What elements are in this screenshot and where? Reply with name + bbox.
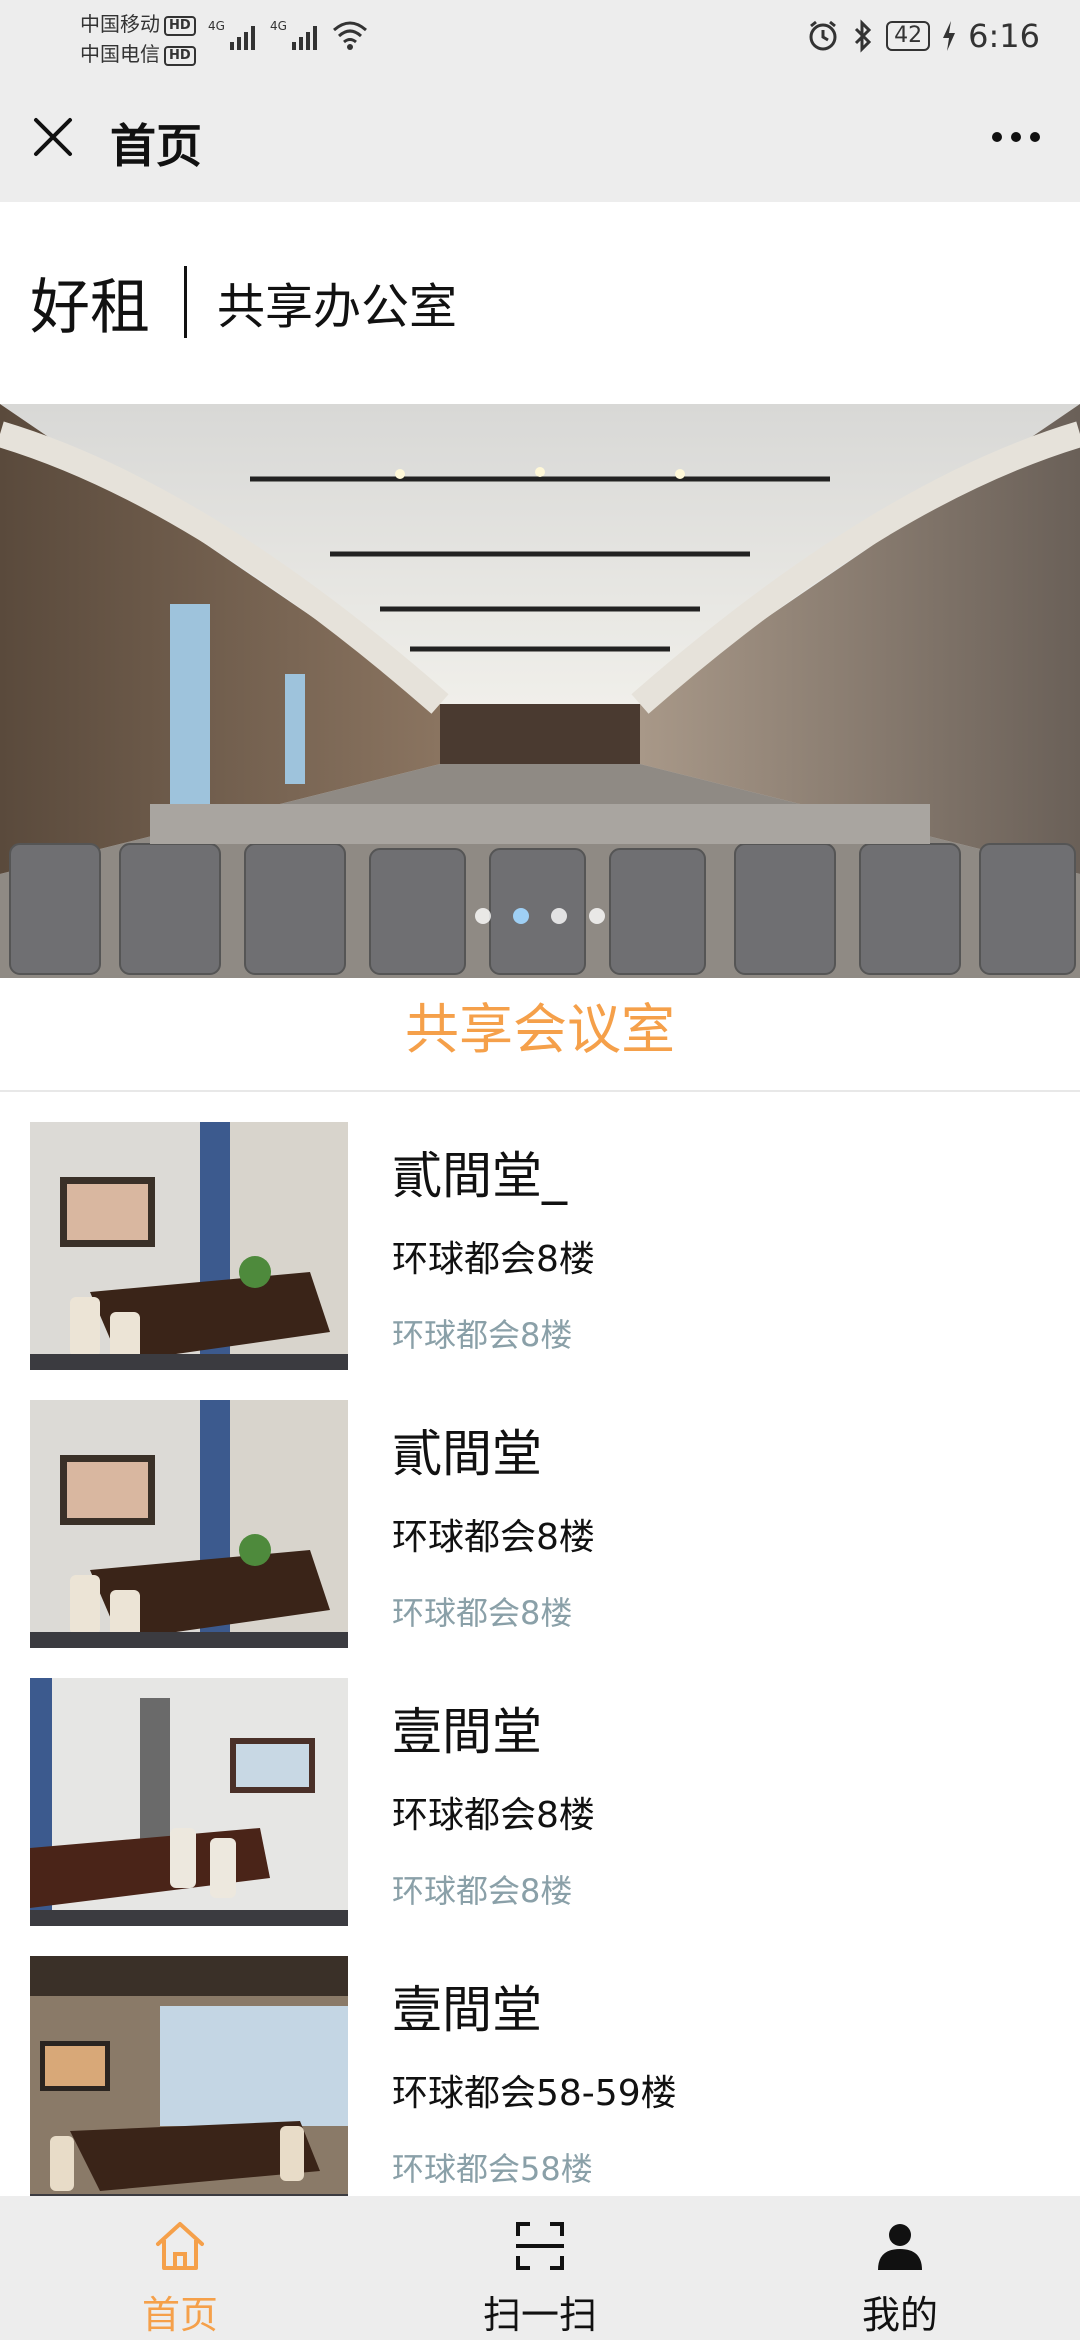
- carousel-dot-active[interactable]: [513, 908, 529, 924]
- battery-icon: 42: [886, 21, 931, 51]
- room-floor: 环球都会58楼: [392, 2150, 593, 2188]
- tab-bar: 首页 扫一扫 我的: [0, 2196, 1080, 2340]
- user-icon: [878, 2224, 922, 2270]
- carrier-2: 中国电信 HD: [80, 38, 196, 67]
- status-bar: 中国移动 HD 中国电信 HD 4G 4G 42 6:16: [0, 0, 1080, 72]
- charging-icon: [943, 21, 956, 51]
- brand-header: 好租 共享办公室: [30, 262, 458, 343]
- room-floor: 环球都会8楼: [392, 1872, 573, 1910]
- hd-badge: HD: [164, 45, 196, 66]
- brand-name: 好租: [30, 272, 150, 343]
- scan-icon: [516, 2222, 564, 2270]
- svg-text:4G: 4G: [270, 19, 287, 33]
- page-title: 首页: [110, 119, 202, 173]
- room-thumbnail: [30, 1678, 348, 1926]
- room-name: 貳間堂_: [392, 1147, 567, 1205]
- tab-label: 首页: [141, 2293, 218, 2337]
- clock: 6:16: [968, 17, 1040, 55]
- brand-divider: [184, 266, 187, 338]
- tab-scan[interactable]: 扫一扫: [360, 2196, 720, 2340]
- room-item[interactable]: 貳間堂 环球都会8楼 环球都会8楼: [0, 1400, 1080, 1678]
- tab-label: 扫一扫: [482, 2293, 597, 2337]
- room-item[interactable]: 貳間堂_ 环球都会8楼 环球都会8楼: [0, 1122, 1080, 1400]
- carrier-1: 中国移动 HD: [80, 8, 196, 37]
- carousel-dot[interactable]: [589, 908, 605, 924]
- room-name: 貳間堂: [392, 1425, 542, 1483]
- svg-text:4G: 4G: [208, 19, 225, 33]
- room-location: 环球都会58-59楼: [392, 2073, 677, 2114]
- room-item[interactable]: 壹間堂 环球都会8楼 环球都会8楼: [0, 1678, 1080, 1956]
- tab-mine[interactable]: 我的: [720, 2196, 1080, 2340]
- alarm-icon: [809, 20, 837, 51]
- banner-carousel[interactable]: [0, 404, 1080, 978]
- tab-home[interactable]: 首页: [0, 2196, 360, 2340]
- carousel-dots: [0, 908, 1080, 924]
- room-floor: 环球都会8楼: [392, 1594, 573, 1632]
- room-thumbnail: [30, 1956, 348, 2204]
- room-location: 环球都会8楼: [392, 1795, 595, 1836]
- room-thumbnail: [30, 1400, 348, 1648]
- carousel-dot[interactable]: [551, 908, 567, 924]
- room-list: 貳間堂_ 环球都会8楼 环球都会8楼 貳間堂 环球都会8楼 环球都会8楼 壹間堂…: [0, 1122, 1080, 2234]
- tab-label: 我的: [861, 2293, 938, 2337]
- more-icon[interactable]: [992, 132, 1040, 142]
- brand-subtitle: 共享办公室: [217, 279, 458, 335]
- section-title: 共享会议室: [0, 992, 1080, 1092]
- room-item[interactable]: 壹間堂 环球都会58-59楼 环球都会58楼: [0, 1956, 1080, 2234]
- title-bar: 首页: [0, 72, 1080, 202]
- banner-image: [0, 404, 1080, 978]
- carousel-dot[interactable]: [475, 908, 491, 924]
- room-thumbnail: [30, 1122, 348, 1370]
- signal-icon: 4G: [270, 19, 317, 50]
- room-floor: 环球都会8楼: [392, 1316, 573, 1354]
- bluetooth-icon: [855, 19, 872, 53]
- room-name: 壹間堂: [392, 1703, 542, 1761]
- close-icon[interactable]: [32, 116, 74, 158]
- wifi-icon: [333, 21, 367, 50]
- home-icon: [156, 2222, 204, 2270]
- signal-icon: 4G: [208, 19, 255, 50]
- room-location: 环球都会8楼: [392, 1517, 595, 1558]
- hd-badge: HD: [164, 15, 196, 36]
- room-name: 壹間堂: [392, 1981, 542, 2039]
- room-location: 环球都会8楼: [392, 1239, 595, 1280]
